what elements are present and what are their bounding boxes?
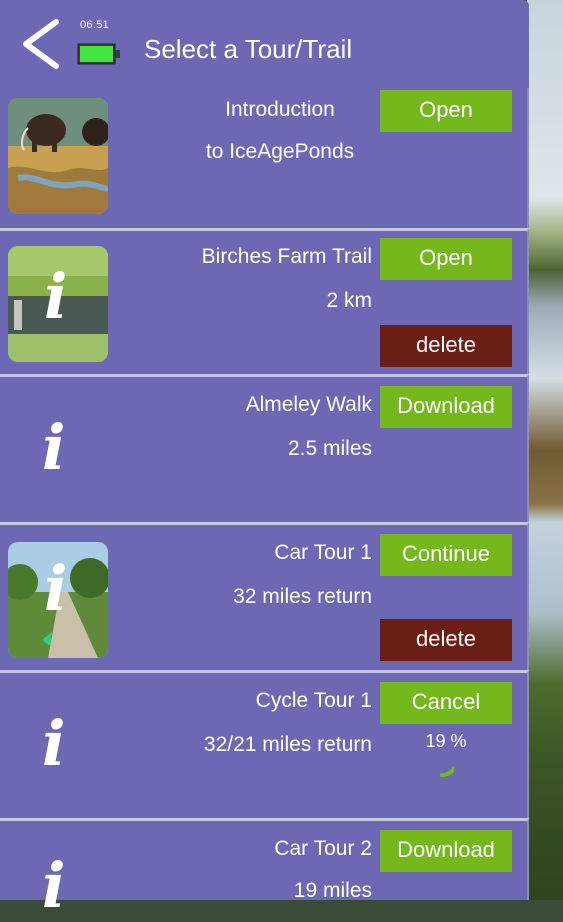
info-icon: i — [42, 849, 66, 922]
chevron-left-icon[interactable] — [18, 16, 62, 72]
mammoth-image — [8, 98, 108, 214]
tour-row-cycle-tour-1[interactable]: i Cycle Tour 1 32/21 miles return Cancel… — [0, 670, 529, 820]
tour-subtitle: to IceAgePonds — [205, 140, 355, 163]
tour-name: Introduction — [225, 98, 335, 121]
tour-distance: 19 miles — [293, 879, 372, 902]
battery-icon — [77, 43, 120, 65]
progress-spinner-icon — [439, 766, 454, 777]
road-image: i — [8, 542, 108, 658]
tour-distance: 2 km — [326, 289, 372, 312]
info-icon: i — [42, 707, 66, 780]
tour-distance: 32 miles return — [233, 585, 372, 608]
open-button[interactable]: Open — [380, 238, 512, 280]
tour-distance: 2.5 miles — [287, 437, 372, 460]
download-progress-text: 19 % — [425, 731, 467, 751]
download-button[interactable]: Download — [380, 830, 512, 872]
page-title: Select a Tour/Trail — [144, 34, 353, 64]
delete-button[interactable]: delete — [380, 325, 512, 367]
tour-name: Car Tour 2 — [274, 837, 372, 860]
tour-distance: 32/21 miles return — [203, 733, 372, 756]
header-bar: 06:51 Select a Tour/Trail — [0, 0, 529, 88]
download-button[interactable]: Download — [380, 386, 512, 428]
continue-button[interactable]: Continue — [380, 534, 512, 576]
tour-row-almeley-walk[interactable]: i Almeley Walk 2.5 miles Download — [0, 374, 529, 524]
tour-row-birches-farm-trail[interactable]: i Birches Farm Trail 2 km Open delete — [0, 228, 529, 376]
delete-button[interactable]: delete — [380, 619, 512, 661]
tour-name: Almeley Walk — [245, 393, 372, 416]
tour-name: Birches Farm Trail — [201, 245, 372, 268]
info-icon: i — [44, 552, 68, 625]
tour-name: Car Tour 1 — [274, 541, 372, 564]
info-icon: i — [44, 260, 68, 333]
cancel-button[interactable]: Cancel — [380, 682, 512, 724]
tour-row-car-tour-1[interactable]: i Car Tour 1 32 miles return Continue de… — [0, 522, 529, 672]
tour-name: Cycle Tour 1 — [255, 689, 372, 712]
open-button[interactable]: Open — [380, 90, 512, 132]
background-scenery — [527, 0, 563, 900]
pond-image: i — [8, 246, 108, 362]
info-icon: i — [42, 411, 66, 484]
clock-time: 06:51 — [80, 19, 110, 31]
tour-row-introduction[interactable]: Introduction to IceAgePonds Open — [0, 88, 529, 228]
tour-row-car-tour-2[interactable]: i Car Tour 2 19 miles Download — [0, 818, 529, 917]
